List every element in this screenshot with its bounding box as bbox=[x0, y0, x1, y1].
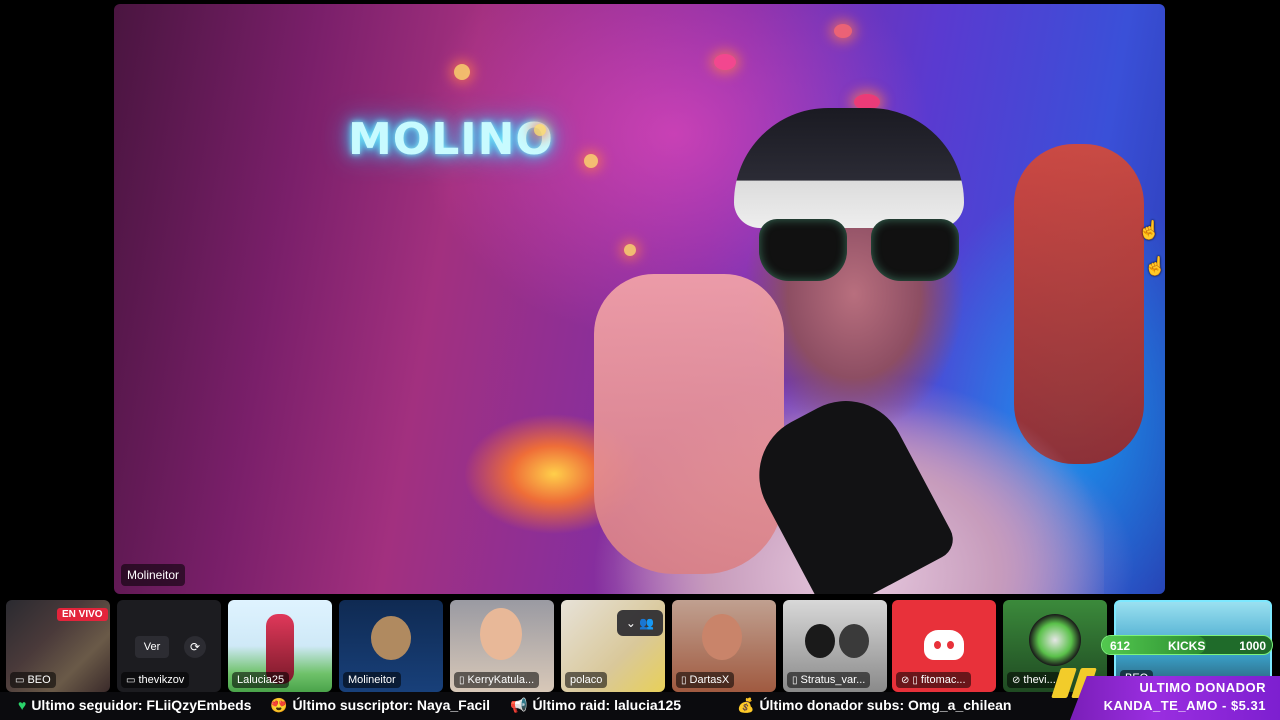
avatar-logo bbox=[1029, 614, 1081, 666]
ticker-subs-donor: 💰 Último donador subs: Omg_a_chilean bbox=[737, 697, 1012, 713]
participant-name: ▯ KerryKatula... bbox=[454, 672, 540, 688]
heart-eyes-icon: 😍 bbox=[270, 697, 288, 713]
chevron-down-icon[interactable]: ⌄ bbox=[626, 616, 636, 630]
screen-share-icon[interactable]: ⟳ bbox=[184, 636, 206, 658]
participant-name: ▭ BEO bbox=[10, 672, 56, 688]
discord-icon bbox=[924, 630, 964, 660]
avatar-face bbox=[480, 608, 522, 660]
participant-thumbnail-beo[interactable]: EN VIVO ▭ BEO bbox=[6, 600, 110, 692]
megaphone-icon: 📢 bbox=[510, 697, 528, 713]
participant-thumbnail-lalucia25[interactable]: Lalucia25 bbox=[228, 600, 332, 692]
stream-stage: MOLINO Molineitor ☝ ☝ EN VIVO ▭ BEO Ver ⟳… bbox=[0, 0, 1280, 720]
last-donor-title: ULTIMO DONADOR bbox=[1139, 680, 1266, 695]
participant-name: ▯ Stratus_var... bbox=[787, 672, 871, 688]
kicks-goal: 1000 bbox=[1239, 639, 1266, 653]
avatar-face bbox=[839, 624, 869, 658]
main-video-feed[interactable]: MOLINO bbox=[114, 4, 1165, 594]
participant-thumbnail-dartasx[interactable]: ▯ DartasX bbox=[672, 600, 776, 692]
light-spot bbox=[454, 64, 470, 80]
avatar-face bbox=[702, 614, 742, 660]
light-spot bbox=[534, 124, 546, 136]
kicks-label: KICKS bbox=[1168, 639, 1206, 653]
monitor-icon: ▭ bbox=[126, 675, 136, 686]
participant-thumbnail-kerrykatula[interactable]: ▯ KerryKatula... bbox=[450, 600, 554, 692]
avatar-face bbox=[805, 624, 835, 658]
view-button[interactable]: Ver bbox=[135, 636, 169, 658]
ticker-raid: 📢 Último raid: lalucia125 bbox=[510, 697, 682, 713]
kicks-current: 612 bbox=[1110, 639, 1131, 653]
participant-name: ⊘ ▯ fitomac... bbox=[896, 672, 971, 688]
ticker-follower: ♥ Ultimo seguidor: FLiiQzyEmbeds bbox=[18, 697, 252, 713]
sunglasses bbox=[759, 219, 959, 289]
hand-cursor-icon: ☝ bbox=[1144, 256, 1167, 276]
participant-name: ▭ thevikzov bbox=[121, 672, 190, 688]
last-donor-value: KANDA_TE_AMO - $5.31 bbox=[1103, 698, 1266, 713]
last-donor-panel: ULTIMO DONADOR KANDA_TE_AMO - $5.31 bbox=[1070, 676, 1280, 720]
phone-icon: ▯ bbox=[681, 675, 687, 686]
light-spot bbox=[834, 24, 852, 38]
participant-thumbnail-molineitor[interactable]: Molineitor bbox=[339, 600, 443, 692]
phone-icon: ▯ bbox=[912, 675, 918, 686]
participant-name: Molineitor bbox=[343, 672, 401, 688]
hand-cursor-icon: ☝ bbox=[1138, 220, 1161, 240]
ticker-subscriber: 😍 Último suscriptor: Naya_Facil bbox=[270, 697, 491, 713]
light-spot bbox=[714, 54, 736, 70]
avatar-character bbox=[371, 616, 411, 660]
mic-off-icon: ⊘ bbox=[1012, 675, 1021, 686]
participant-name: Lalucia25 bbox=[232, 672, 290, 688]
neon-sign: MOLINO bbox=[348, 114, 554, 165]
participant-thumbnail-thevikzov[interactable]: Ver ⟳ ▭ thevikzov bbox=[117, 600, 221, 692]
hand bbox=[594, 274, 784, 574]
main-video-name-tag: Molineitor bbox=[121, 564, 186, 586]
phone-icon: ▯ bbox=[459, 675, 465, 686]
live-badge: EN VIVO bbox=[57, 608, 108, 621]
add-people-icon[interactable]: 👥 bbox=[639, 616, 654, 630]
participant-thumbnail-polaco[interactable]: ⌄ 👥 polaco bbox=[561, 600, 665, 692]
monitor-icon: ▭ bbox=[15, 675, 25, 686]
participant-thumbnail-stratus[interactable]: ▯ Stratus_var... bbox=[783, 600, 887, 692]
participant-thumbnail-fitomac[interactable]: ⊘ ▯ fitomac... bbox=[892, 600, 996, 692]
phone-icon: ▯ bbox=[792, 675, 798, 686]
money-bag-icon: 💰 bbox=[737, 697, 755, 713]
participant-name: polaco bbox=[565, 672, 608, 688]
participant-menu[interactable]: ⌄ 👥 bbox=[617, 610, 663, 636]
kicks-goal-bar: 612 KICKS 1000 bbox=[1101, 635, 1273, 655]
mic-off-icon: ⊘ bbox=[901, 675, 910, 686]
heart-icon: ♥ bbox=[18, 697, 27, 713]
participant-name: ▯ DartasX bbox=[676, 672, 735, 688]
